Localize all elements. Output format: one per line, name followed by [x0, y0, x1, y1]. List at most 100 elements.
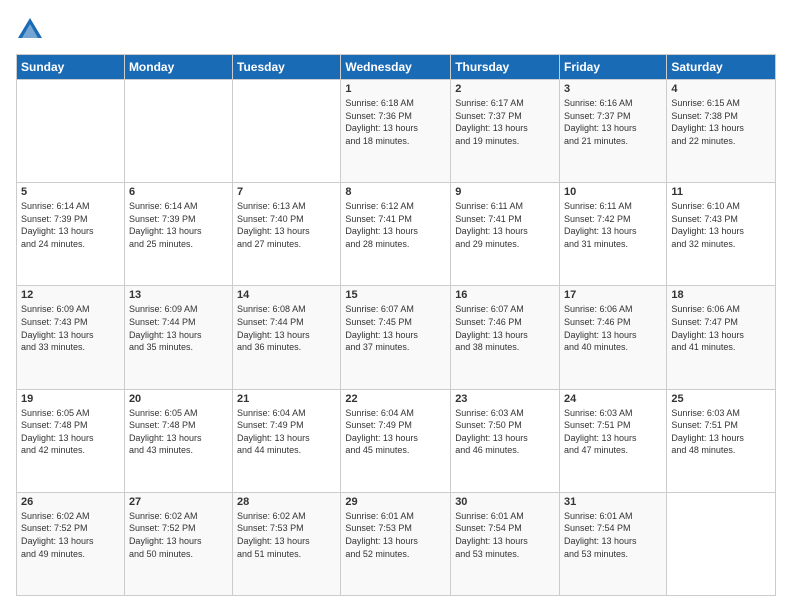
day-number: 21: [237, 393, 336, 405]
calendar-table: SundayMondayTuesdayWednesdayThursdayFrid…: [16, 54, 776, 596]
calendar-cell: 12Sunrise: 6:09 AM Sunset: 7:43 PM Dayli…: [17, 286, 125, 389]
day-info: Sunrise: 6:12 AM Sunset: 7:41 PM Dayligh…: [345, 200, 446, 250]
calendar-body: 1 Sunrise: 6:18 AM Sunset: 7:36 PM Daylig…: [17, 80, 776, 596]
calendar-cell: 9Sunrise: 6:11 AM Sunset: 7:41 PM Daylig…: [451, 183, 560, 286]
day-number: 10: [564, 186, 662, 198]
page: SundayMondayTuesdayWednesdayThursdayFrid…: [0, 0, 792, 612]
day-info: Sunrise: 6:10 AM Sunset: 7:43 PM Dayligh…: [671, 200, 771, 250]
header-saturday: Saturday: [667, 55, 776, 80]
calendar-cell: 8 Sunrise: 6:12 AM Sunset: 7:41 PM Daylig…: [341, 183, 451, 286]
day-info: Sunrise: 6:03 AM Sunset: 7:50 PM Dayligh…: [455, 407, 555, 457]
day-number: 14: [237, 289, 336, 301]
day-info: Sunrise: 6:02 AM Sunset: 7:53 PM Dayligh…: [237, 510, 336, 560]
calendar-cell: 23 Sunrise: 6:03 AM Sunset: 7:50 PM Dayli…: [451, 389, 560, 492]
calendar-cell: 7 Sunrise: 6:13 AM Sunset: 7:40 PM Daylig…: [233, 183, 341, 286]
day-info: Sunrise: 6:02 AM Sunset: 7:52 PM Dayligh…: [21, 510, 120, 560]
calendar-cell: 24 Sunrise: 6:03 AM Sunset: 7:51 PM Dayli…: [560, 389, 667, 492]
day-info: Sunrise: 6:02 AM Sunset: 7:52 PM Dayligh…: [129, 510, 228, 560]
day-info: Sunrise: 6:14 AM Sunset: 7:39 PM Dayligh…: [21, 200, 120, 250]
day-number: 30: [455, 496, 555, 508]
calendar-cell: 26 Sunrise: 6:02 AM Sunset: 7:52 PM Dayli…: [17, 492, 125, 595]
day-number: 1: [345, 83, 446, 95]
day-number: 26: [21, 496, 120, 508]
header-thursday: Thursday: [451, 55, 560, 80]
week-row-1: 5 Sunrise: 6:14 AM Sunset: 7:39 PM Daylig…: [17, 183, 776, 286]
calendar-header: SundayMondayTuesdayWednesdayThursdayFrid…: [17, 55, 776, 80]
calendar-cell: 1 Sunrise: 6:18 AM Sunset: 7:36 PM Daylig…: [341, 80, 451, 183]
calendar-cell: [667, 492, 776, 595]
day-number: 7: [237, 186, 336, 198]
day-number: 8: [345, 186, 446, 198]
day-info: Sunrise: 6:06 AM Sunset: 7:46 PM Dayligh…: [564, 303, 662, 353]
calendar-cell: 18 Sunrise: 6:06 AM Sunset: 7:47 PM Dayli…: [667, 286, 776, 389]
calendar-cell: [124, 80, 232, 183]
day-number: 5: [21, 186, 120, 198]
calendar-cell: 19 Sunrise: 6:05 AM Sunset: 7:48 PM Dayli…: [17, 389, 125, 492]
day-number: 29: [345, 496, 446, 508]
calendar-cell: 21 Sunrise: 6:04 AM Sunset: 7:49 PM Dayli…: [233, 389, 341, 492]
calendar-cell: 5 Sunrise: 6:14 AM Sunset: 7:39 PM Daylig…: [17, 183, 125, 286]
calendar-cell: 29 Sunrise: 6:01 AM Sunset: 7:53 PM Dayli…: [341, 492, 451, 595]
header-friday: Friday: [560, 55, 667, 80]
day-info: Sunrise: 6:03 AM Sunset: 7:51 PM Dayligh…: [564, 407, 662, 457]
day-number: 19: [21, 393, 120, 405]
day-info: Sunrise: 6:07 AM Sunset: 7:45 PM Dayligh…: [345, 303, 446, 353]
day-number: 24: [564, 393, 662, 405]
day-info: Sunrise: 6:11 AM Sunset: 7:42 PM Dayligh…: [564, 200, 662, 250]
day-number: 3: [564, 83, 662, 95]
day-info: Sunrise: 6:17 AM Sunset: 7:37 PM Dayligh…: [455, 97, 555, 147]
calendar-cell: [17, 80, 125, 183]
day-number: 16: [455, 289, 555, 301]
calendar-cell: 11 Sunrise: 6:10 AM Sunset: 7:43 PM Dayli…: [667, 183, 776, 286]
day-number: 11: [671, 186, 771, 198]
day-number: 18: [671, 289, 771, 301]
day-info: Sunrise: 6:14 AM Sunset: 7:39 PM Dayligh…: [129, 200, 228, 250]
header-monday: Monday: [124, 55, 232, 80]
week-row-0: 1 Sunrise: 6:18 AM Sunset: 7:36 PM Daylig…: [17, 80, 776, 183]
day-info: Sunrise: 6:03 AM Sunset: 7:51 PM Dayligh…: [671, 407, 771, 457]
calendar-cell: [233, 80, 341, 183]
day-number: 23: [455, 393, 555, 405]
calendar-cell: 4 Sunrise: 6:15 AM Sunset: 7:38 PM Daylig…: [667, 80, 776, 183]
calendar-cell: 16 Sunrise: 6:07 AM Sunset: 7:46 PM Dayli…: [451, 286, 560, 389]
day-number: 20: [129, 393, 228, 405]
week-row-2: 12Sunrise: 6:09 AM Sunset: 7:43 PM Dayli…: [17, 286, 776, 389]
calendar-cell: 28Sunrise: 6:02 AM Sunset: 7:53 PM Dayli…: [233, 492, 341, 595]
logo-icon: [16, 16, 44, 44]
day-number: 17: [564, 289, 662, 301]
day-number: 6: [129, 186, 228, 198]
day-number: 27: [129, 496, 228, 508]
day-info: Sunrise: 6:01 AM Sunset: 7:54 PM Dayligh…: [564, 510, 662, 560]
day-info: Sunrise: 6:07 AM Sunset: 7:46 PM Dayligh…: [455, 303, 555, 353]
day-info: Sunrise: 6:04 AM Sunset: 7:49 PM Dayligh…: [237, 407, 336, 457]
day-info: Sunrise: 6:06 AM Sunset: 7:47 PM Dayligh…: [671, 303, 771, 353]
header-tuesday: Tuesday: [233, 55, 341, 80]
calendar-cell: 20Sunrise: 6:05 AM Sunset: 7:48 PM Dayli…: [124, 389, 232, 492]
calendar-cell: 14 Sunrise: 6:08 AM Sunset: 7:44 PM Dayli…: [233, 286, 341, 389]
calendar-cell: 27 Sunrise: 6:02 AM Sunset: 7:52 PM Dayli…: [124, 492, 232, 595]
day-info: Sunrise: 6:04 AM Sunset: 7:49 PM Dayligh…: [345, 407, 446, 457]
day-info: Sunrise: 6:01 AM Sunset: 7:53 PM Dayligh…: [345, 510, 446, 560]
calendar-cell: 6 Sunrise: 6:14 AM Sunset: 7:39 PM Daylig…: [124, 183, 232, 286]
day-info: Sunrise: 6:13 AM Sunset: 7:40 PM Dayligh…: [237, 200, 336, 250]
day-info: Sunrise: 6:05 AM Sunset: 7:48 PM Dayligh…: [21, 407, 120, 457]
header: [16, 16, 776, 44]
day-number: 13: [129, 289, 228, 301]
day-number: 15: [345, 289, 446, 301]
day-info: Sunrise: 6:16 AM Sunset: 7:37 PM Dayligh…: [564, 97, 662, 147]
day-info: Sunrise: 6:18 AM Sunset: 7:36 PM Dayligh…: [345, 97, 446, 147]
day-info: Sunrise: 6:08 AM Sunset: 7:44 PM Dayligh…: [237, 303, 336, 353]
day-info: Sunrise: 6:09 AM Sunset: 7:44 PM Dayligh…: [129, 303, 228, 353]
logo: [16, 16, 48, 44]
calendar-cell: 30Sunrise: 6:01 AM Sunset: 7:54 PM Dayli…: [451, 492, 560, 595]
day-number: 31: [564, 496, 662, 508]
week-row-4: 26 Sunrise: 6:02 AM Sunset: 7:52 PM Dayli…: [17, 492, 776, 595]
calendar-cell: 3 Sunrise: 6:16 AM Sunset: 7:37 PM Daylig…: [560, 80, 667, 183]
day-number: 4: [671, 83, 771, 95]
calendar-cell: 25 Sunrise: 6:03 AM Sunset: 7:51 PM Dayli…: [667, 389, 776, 492]
day-number: 25: [671, 393, 771, 405]
calendar-cell: 2Sunrise: 6:17 AM Sunset: 7:37 PM Daylig…: [451, 80, 560, 183]
day-info: Sunrise: 6:15 AM Sunset: 7:38 PM Dayligh…: [671, 97, 771, 147]
calendar-cell: 10 Sunrise: 6:11 AM Sunset: 7:42 PM Dayli…: [560, 183, 667, 286]
calendar-cell: 22Sunrise: 6:04 AM Sunset: 7:49 PM Dayli…: [341, 389, 451, 492]
